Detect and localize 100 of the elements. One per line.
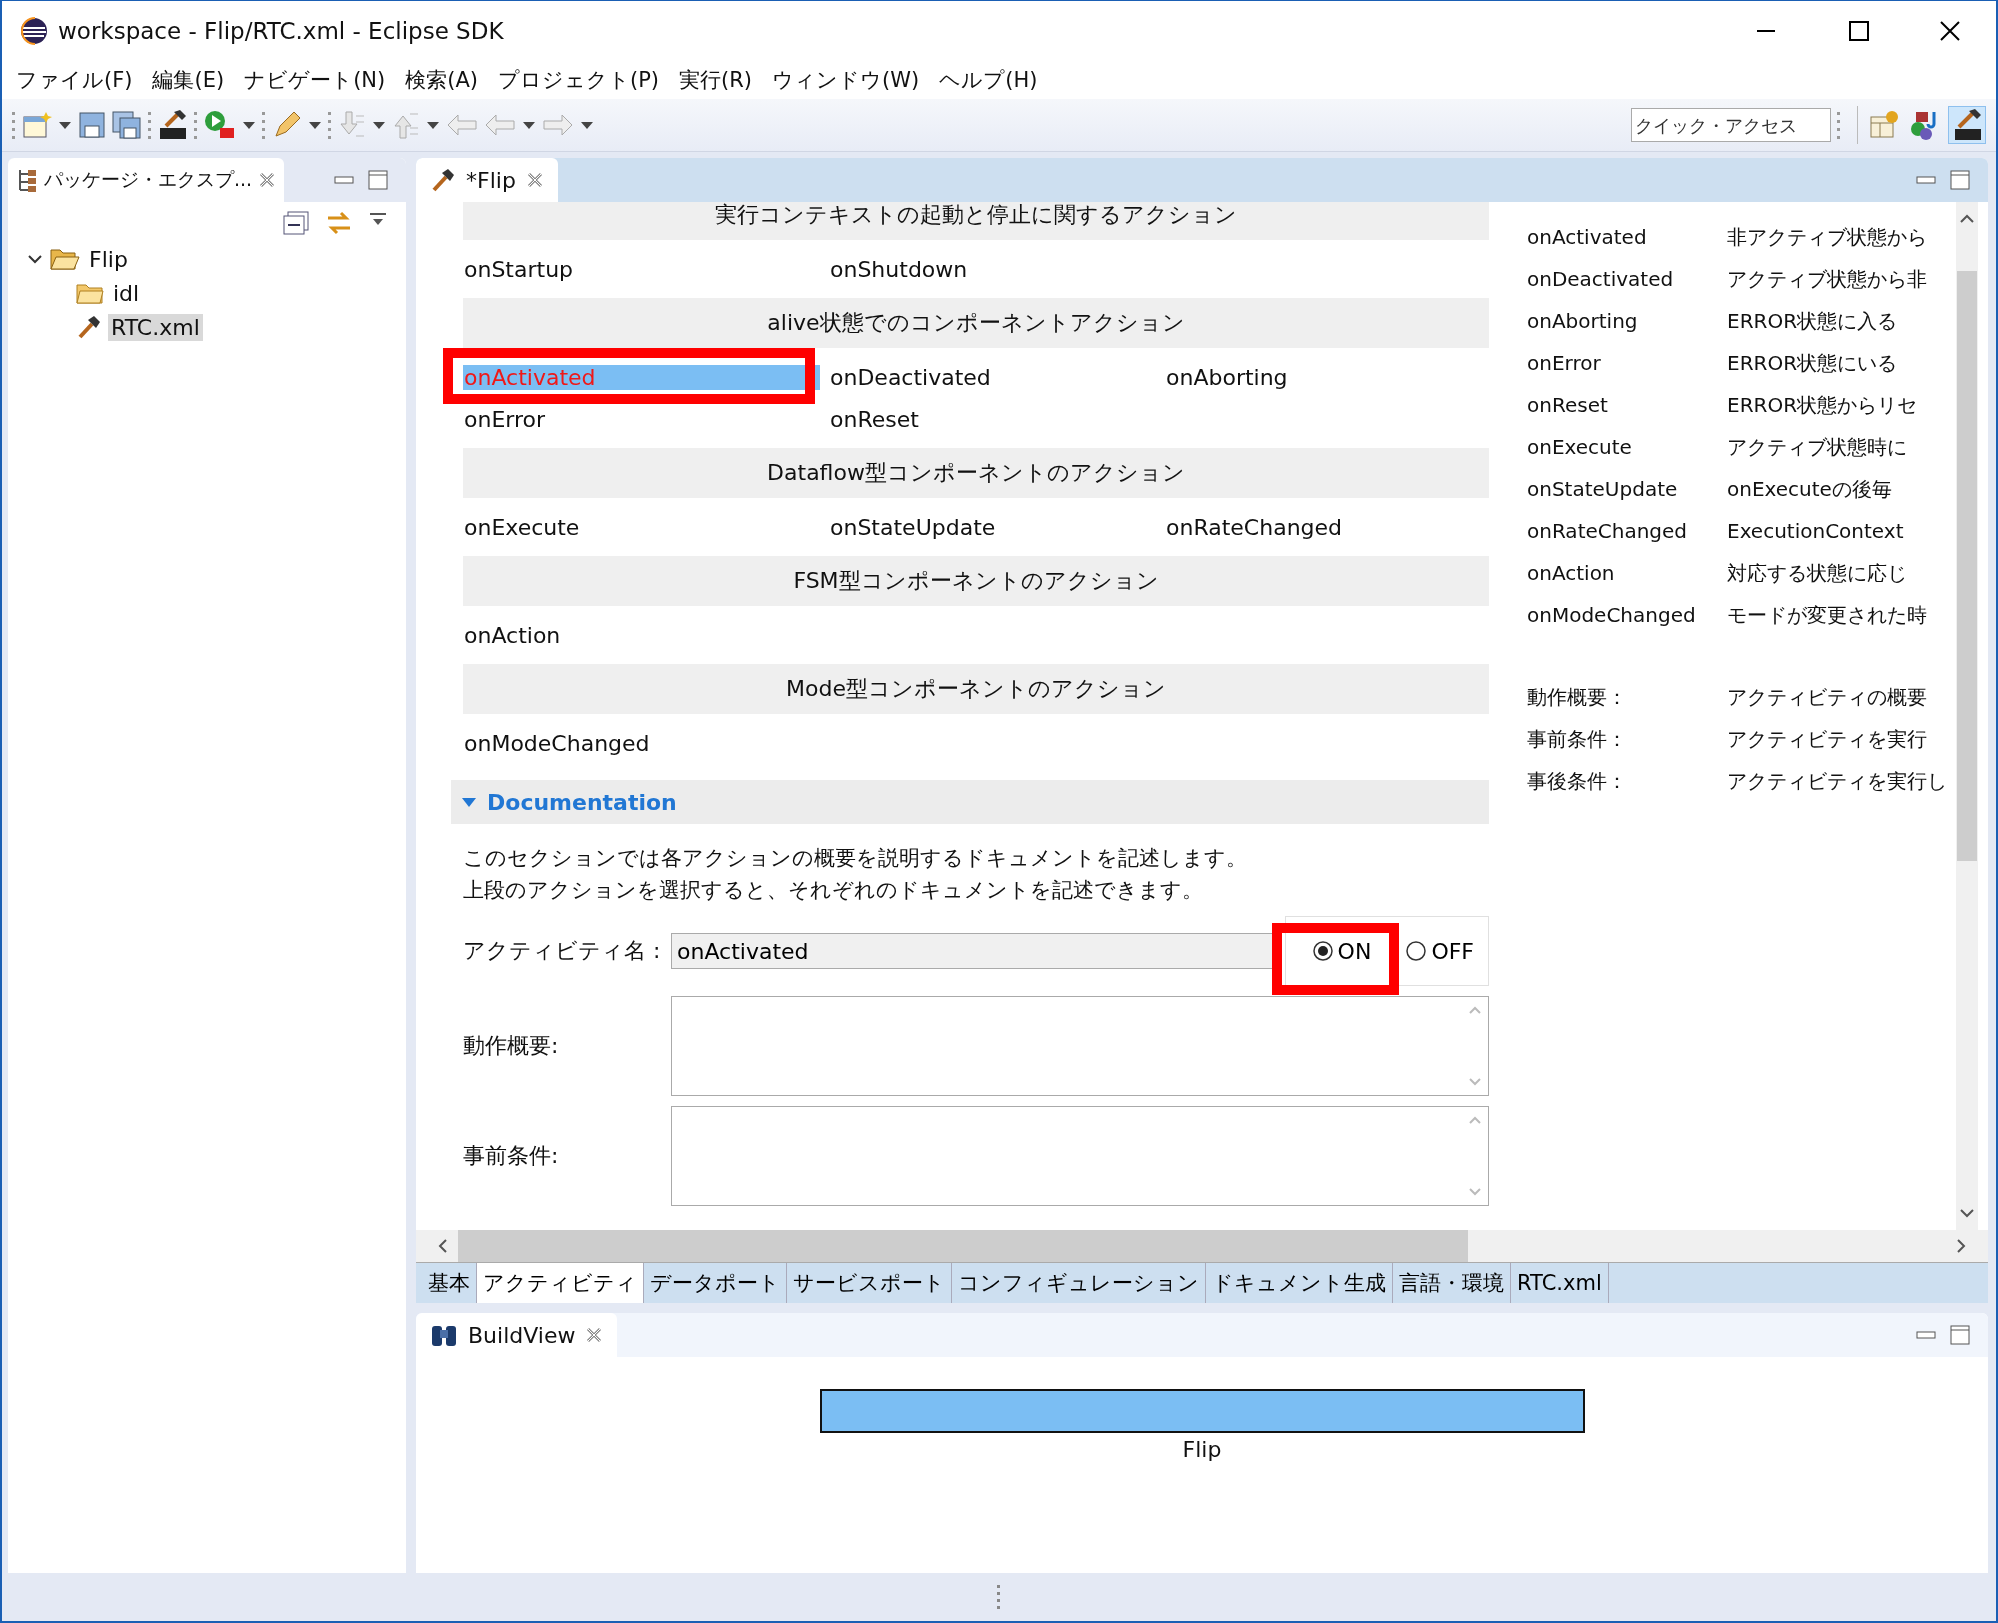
page-tab[interactable]: ドキュメント生成: [1206, 1263, 1393, 1303]
radio-button[interactable]: OFF: [1405, 938, 1474, 964]
field-label: アクティビティ名 :: [463, 937, 662, 965]
menu-item[interactable]: 編集(E): [150, 64, 227, 96]
section-title: Documentation: [487, 789, 677, 815]
save-all-icon[interactable]: [112, 111, 142, 139]
component-block[interactable]: [819, 1389, 1585, 1433]
field-label: 動作概要:: [463, 1032, 560, 1060]
action-item[interactable]: onExecute: [463, 514, 581, 540]
action-item[interactable]: onStartup: [463, 256, 575, 282]
close-tab-icon[interactable]: [585, 1326, 604, 1344]
summary-value: アクティビティを実行: [1727, 725, 1927, 753]
menu-item[interactable]: ヘルプ(H): [937, 64, 1040, 96]
toolbar-grip-icon: [12, 110, 16, 140]
rt-perspective-icon[interactable]: [1948, 106, 1986, 144]
maximize-icon[interactable]: [368, 170, 388, 190]
summary-description: ERROR状態からリセ: [1727, 391, 1918, 419]
action-item[interactable]: onAction: [463, 622, 562, 648]
action-item[interactable]: onShutdown: [829, 256, 969, 282]
documentation-header[interactable]: Documentation: [451, 780, 1489, 824]
page-tab[interactable]: データポート: [644, 1263, 787, 1303]
action-item[interactable]: onStateUpdate: [829, 514, 997, 540]
quick-access-field[interactable]: クイック・アクセス: [1631, 108, 1831, 142]
action-item[interactable]: onError: [463, 406, 547, 432]
close-tab-icon[interactable]: [258, 171, 277, 189]
dropdown-caret-icon[interactable]: [372, 120, 386, 130]
open-perspective-icon[interactable]: [1868, 109, 1900, 141]
pen-icon[interactable]: [272, 110, 302, 140]
dropdown-caret-icon[interactable]: [58, 120, 72, 130]
dropdown-caret-icon[interactable]: [426, 120, 440, 130]
back-arrow-icon[interactable]: [484, 112, 516, 138]
maximize-icon[interactable]: [1950, 170, 1970, 190]
dropdown-caret-icon[interactable]: [308, 120, 322, 130]
page-tab[interactable]: サービスポート: [787, 1263, 952, 1303]
run-icon[interactable]: [204, 110, 236, 140]
window-title: workspace - Flip/RTC.xml - Eclipse SDK: [58, 18, 504, 44]
scroll-left-icon[interactable]: [436, 1238, 448, 1254]
action-item[interactable]: onModeChanged: [463, 730, 651, 756]
build-view-tab[interactable]: BuildView: [416, 1313, 618, 1357]
vertical-scrollbar[interactable]: [1956, 202, 1978, 1230]
summary-action-name: onAction: [1527, 561, 1616, 585]
radio-icon[interactable]: [1311, 940, 1334, 962]
collapse-all-icon[interactable]: [282, 210, 310, 236]
page-tab[interactable]: RTC.xml: [1511, 1263, 1609, 1303]
action-item[interactable]: onRateChanged: [1165, 514, 1344, 540]
activity-name-field[interactable]: onActivated: [671, 933, 1273, 969]
forward-arrow-icon[interactable]: [542, 112, 574, 138]
field-label: 事前条件:: [463, 1142, 560, 1170]
maximize-icon[interactable]: [1950, 1325, 1970, 1345]
tree-item[interactable]: RTC.xml: [108, 313, 203, 341]
component-label: Flip: [1182, 1437, 1222, 1462]
summary-value: アクティビティの概要: [1727, 683, 1927, 711]
menu-item[interactable]: ファイル(F): [14, 64, 135, 96]
minimize-icon[interactable]: [1916, 1329, 1936, 1341]
action-item[interactable]: onAborting: [1165, 364, 1289, 390]
summary-label: 事後条件：: [1527, 767, 1628, 795]
summary-description: 非アクティブ状態から: [1727, 223, 1927, 251]
summary-description: アクティブ状態時に: [1727, 433, 1907, 461]
last-edit-icon[interactable]: [446, 112, 478, 138]
save-icon[interactable]: [78, 111, 106, 139]
page-tab[interactable]: コンフィギュレーション: [952, 1263, 1206, 1303]
dropdown-caret-icon[interactable]: [580, 120, 594, 130]
page-tab[interactable]: 言語・環境: [1393, 1263, 1511, 1303]
radio-button[interactable]: ON: [1311, 938, 1372, 964]
page-tab[interactable]: アクティビティ: [477, 1263, 644, 1303]
radio-icon[interactable]: [1405, 940, 1428, 962]
new-file-icon[interactable]: [22, 111, 52, 139]
editor-tab[interactable]: *Flip: [416, 158, 558, 202]
tree-item[interactable]: Flip: [86, 245, 131, 273]
summary-action-name: onModeChanged: [1527, 603, 1697, 627]
summary-action-name: onStateUpdate: [1527, 477, 1679, 501]
scroll-right-icon[interactable]: [1956, 1238, 1968, 1254]
scroll-down-icon[interactable]: [1959, 1208, 1975, 1220]
menu-item[interactable]: 検索(A): [403, 64, 480, 96]
menu-item[interactable]: プロジェクト(P): [496, 64, 662, 96]
section-description: 上段のアクションを選択すると、それぞれのドキュメントを記述できます。: [463, 877, 1203, 904]
menu-item[interactable]: ウィンドウ(W): [770, 64, 922, 96]
menu-item[interactable]: ナビゲート(N): [242, 64, 388, 96]
tree-item[interactable]: idl: [110, 279, 143, 307]
status-grip-icon: [997, 1584, 1001, 1610]
menu-item[interactable]: 実行(R): [677, 64, 755, 96]
package-explorer-tab[interactable]: パッケージ・エクスプ...: [8, 158, 285, 202]
close-tab-icon[interactable]: [525, 171, 544, 189]
summary-action-name: onAborting: [1527, 309, 1639, 333]
dropdown-caret-icon[interactable]: [242, 120, 256, 130]
scroll-up-icon[interactable]: [1959, 212, 1975, 224]
summary-description: onExecuteの後毎: [1727, 475, 1892, 503]
summary-action-name: onError: [1527, 351, 1602, 375]
summary-action-name: onReset: [1527, 393, 1609, 417]
section-header: alive状態でのコンポーネントアクション: [463, 298, 1489, 348]
summary-label: 動作概要：: [1527, 683, 1628, 711]
horizontal-scrollbar[interactable]: [416, 1230, 1988, 1262]
toolbar-grip-icon: [262, 110, 266, 140]
action-item[interactable]: onDeactivated: [829, 364, 992, 390]
minimize-icon[interactable]: [334, 174, 354, 186]
minimize-icon[interactable]: [1916, 174, 1936, 186]
action-item[interactable]: onReset: [829, 406, 920, 432]
section-description: このセクションでは各アクションの概要を説明するドキュメントを記述します。: [463, 845, 1247, 872]
dropdown-caret-icon[interactable]: [522, 120, 536, 130]
hammer-rt-icon[interactable]: [158, 110, 188, 140]
